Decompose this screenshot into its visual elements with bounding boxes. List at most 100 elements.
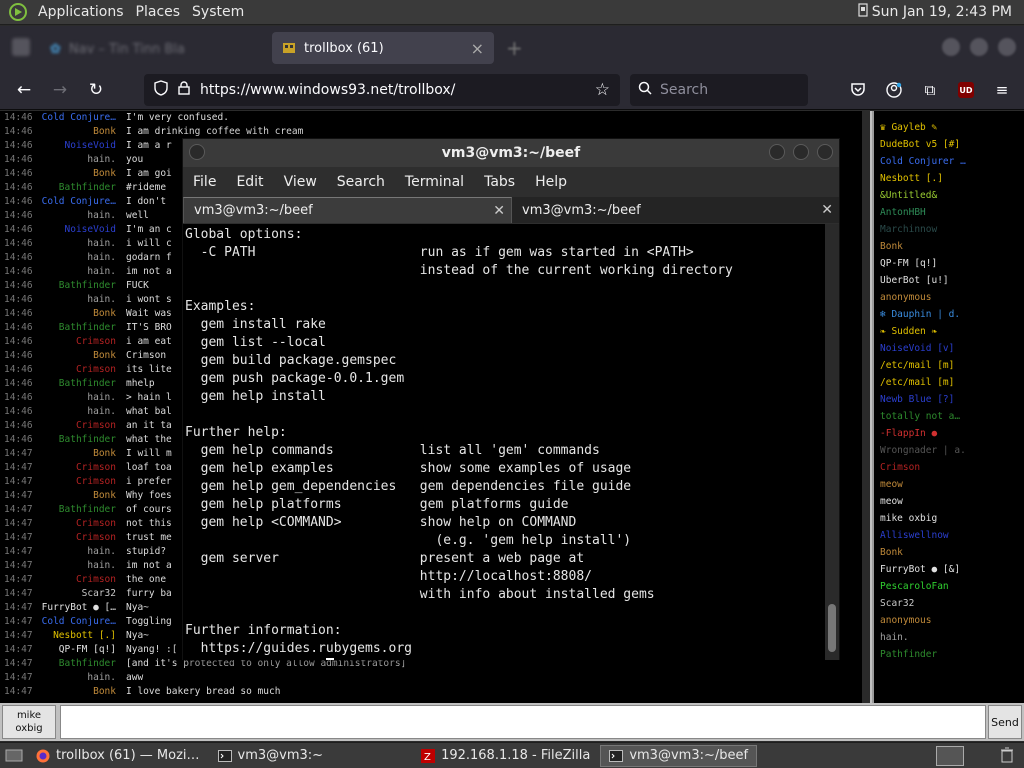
- user-list-item[interactable]: Newb Blue [?]: [880, 391, 1024, 408]
- task-terminal-beef[interactable]: vm3@vm3:~/beef: [600, 744, 758, 767]
- terminal-tab-1[interactable]: vm3@vm3:~/beef ✕: [183, 197, 512, 223]
- places-menu[interactable]: Places: [132, 4, 189, 20]
- firefox-view-icon[interactable]: [12, 38, 30, 56]
- minimize-icon[interactable]: [942, 38, 960, 56]
- tab-close-icon[interactable]: ✕: [821, 202, 833, 218]
- user-list-item[interactable]: &Untitled&: [880, 187, 1024, 204]
- account-icon[interactable]: [878, 74, 910, 106]
- user-list-item[interactable]: Marchinnow: [880, 221, 1024, 238]
- message-nick[interactable]: hain.: [40, 265, 126, 279]
- menu-edit[interactable]: Edit: [236, 174, 263, 190]
- message-nick[interactable]: Bonk: [40, 349, 126, 363]
- user-list-item[interactable]: Crimson: [880, 459, 1024, 476]
- message-nick[interactable]: Bonk: [40, 447, 126, 461]
- message-nick[interactable]: hain.: [40, 293, 126, 307]
- user-list-item[interactable]: Nesbott [.]: [880, 170, 1024, 187]
- message-nick[interactable]: Bathfinder: [40, 433, 126, 447]
- terminal-titlebar[interactable]: vm3@vm3:~/beef: [183, 139, 839, 167]
- user-list-item[interactable]: anonymous: [880, 612, 1024, 629]
- browser-tab-inactive[interactable]: ✿ Nav – Tin Tinn Bla: [50, 34, 270, 64]
- terminal-window[interactable]: vm3@vm3:~/beef File Edit View Search Ter…: [182, 138, 840, 660]
- chat-scrollbar[interactable]: [862, 111, 870, 703]
- bookmark-star-icon[interactable]: ☆: [595, 80, 610, 100]
- shield-icon[interactable]: [154, 80, 168, 100]
- user-list-item[interactable]: UberBot [u!]: [880, 272, 1024, 289]
- task-filezilla[interactable]: Z 192.168.1.18 - FileZilla: [413, 745, 598, 767]
- user-list-item[interactable]: mike oxbig: [880, 510, 1024, 527]
- terminal-tab-2[interactable]: vm3@vm3:~/beef ✕: [512, 197, 839, 223]
- browser-tab-active[interactable]: trollbox (61) ×: [272, 32, 494, 64]
- menu-help[interactable]: Help: [535, 174, 567, 190]
- user-list-item[interactable]: ❧ Sudden ❧: [880, 323, 1024, 340]
- user-list-item[interactable]: ♛ Gayleb ✎: [880, 119, 1024, 136]
- user-list-item[interactable]: Bonk: [880, 238, 1024, 255]
- terminal-output[interactable]: Global options: -C PATH run as if gem wa…: [183, 224, 827, 660]
- menu-search[interactable]: Search: [337, 174, 385, 190]
- trash-icon[interactable]: [1000, 747, 1014, 767]
- extensions-puzzle-icon[interactable]: ⧉: [914, 74, 946, 106]
- message-nick[interactable]: Bathfinder: [40, 279, 126, 293]
- user-list-item[interactable]: /etc/mail [m]: [880, 374, 1024, 391]
- user-list-item[interactable]: Bonk: [880, 544, 1024, 561]
- new-tab-icon[interactable]: +: [506, 36, 523, 60]
- message-nick[interactable]: NoiseVoid: [40, 139, 126, 153]
- close-icon[interactable]: [998, 38, 1016, 56]
- lock-icon[interactable]: [178, 81, 190, 99]
- system-menu[interactable]: System: [188, 4, 252, 20]
- ublock-icon[interactable]: UD: [950, 74, 982, 106]
- message-nick[interactable]: hain.: [40, 545, 126, 559]
- user-list-item[interactable]: DudeBot v5 [#]: [880, 136, 1024, 153]
- terminal-scrollbar[interactable]: [825, 224, 839, 660]
- user-list-item[interactable]: Cold Conjurer …: [880, 153, 1024, 170]
- menu-terminal[interactable]: Terminal: [405, 174, 464, 190]
- minimize-icon[interactable]: [769, 144, 785, 160]
- user-list-item[interactable]: Scar32: [880, 595, 1024, 612]
- clock[interactable]: Sun Jan 19, 2:43 PM: [872, 4, 1012, 20]
- user-list-item[interactable]: -FlappIn ●: [880, 425, 1024, 442]
- user-list-item[interactable]: Wrongnader | a.: [880, 442, 1024, 459]
- message-nick[interactable]: Bathfinder: [40, 377, 126, 391]
- user-list-item[interactable]: meow: [880, 476, 1024, 493]
- user-list-item[interactable]: NoiseVoid [v]: [880, 340, 1024, 357]
- tab-close-icon[interactable]: ✕: [493, 203, 505, 219]
- user-list-item[interactable]: anonymous: [880, 289, 1024, 306]
- window-menu-icon[interactable]: [189, 144, 205, 160]
- menu-file[interactable]: File: [193, 174, 216, 190]
- menu-view[interactable]: View: [284, 174, 317, 190]
- message-nick[interactable]: Cold Conjure…: [40, 195, 126, 209]
- message-nick[interactable]: Bathfinder: [40, 181, 126, 195]
- message-nick[interactable]: Crimson: [40, 335, 126, 349]
- workspace-switcher[interactable]: [936, 746, 964, 766]
- message-nick[interactable]: Cold Conjure…: [40, 111, 126, 125]
- back-arrow-icon[interactable]: ←: [6, 74, 42, 106]
- message-nick[interactable]: hain.: [40, 251, 126, 265]
- search-bar[interactable]: [630, 74, 808, 106]
- user-list[interactable]: ♛ Gayleb ✎ DudeBot v5 [#] Cold Conjurer … N…: [872, 111, 1024, 703]
- user-list-item[interactable]: FurryBot ● [&]: [880, 561, 1024, 578]
- message-nick[interactable]: hain.: [40, 405, 126, 419]
- message-nick[interactable]: Crimson: [40, 531, 126, 545]
- applications-menu[interactable]: Applications: [34, 4, 132, 20]
- network-icon[interactable]: [858, 3, 868, 21]
- message-nick[interactable]: hain.: [40, 559, 126, 573]
- message-nick[interactable]: Cold Conjure…: [40, 615, 126, 629]
- user-list-item[interactable]: Alliswellnow: [880, 527, 1024, 544]
- message-nick[interactable]: QP-FM [q!]: [40, 643, 126, 657]
- terminal-prompt[interactable]: [vm3@vm3 beef]$ ge: [185, 658, 827, 660]
- tab-close-icon[interactable]: ×: [471, 39, 484, 58]
- distro-logo-icon[interactable]: [8, 3, 28, 21]
- message-nick[interactable]: Crimson: [40, 461, 126, 475]
- close-icon[interactable]: [817, 144, 833, 160]
- task-firefox[interactable]: trollbox (61) — Mozi…: [28, 745, 208, 767]
- user-list-item[interactable]: QP-FM [q!]: [880, 255, 1024, 272]
- menu-tabs[interactable]: Tabs: [484, 174, 515, 190]
- pocket-icon[interactable]: [842, 74, 874, 106]
- message-nick[interactable]: Bonk: [40, 307, 126, 321]
- message-nick[interactable]: Bonk: [40, 167, 126, 181]
- nickname-button[interactable]: mike oxbig: [2, 705, 56, 739]
- maximize-icon[interactable]: [793, 144, 809, 160]
- reload-icon[interactable]: ↻: [78, 74, 114, 106]
- task-terminal-home[interactable]: vm3@vm3:~: [210, 745, 332, 767]
- user-list-item[interactable]: Pathfinder: [880, 646, 1024, 663]
- message-nick[interactable]: hain.: [40, 237, 126, 251]
